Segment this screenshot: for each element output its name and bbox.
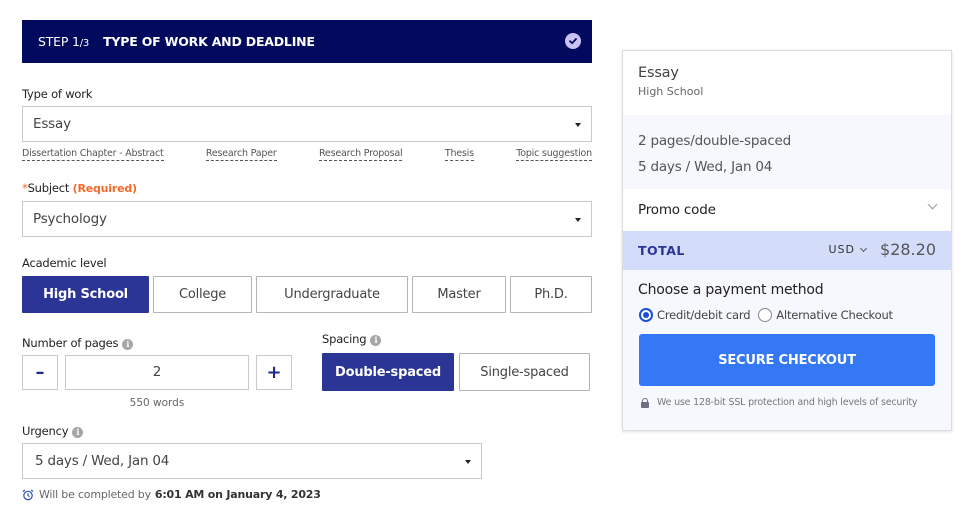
payment-options: Credit/debit card Alternative Checkout bbox=[639, 308, 951, 322]
subject-value: Psychology bbox=[33, 211, 107, 227]
caret-down-icon bbox=[465, 460, 471, 464]
decrease-pages-button[interactable]: – bbox=[22, 355, 58, 390]
radio-unselected[interactable] bbox=[758, 308, 773, 322]
total-price: $28.20 bbox=[880, 240, 936, 259]
info-icon[interactable]: i bbox=[72, 427, 84, 438]
summary-pages: 2 pages/double-spaced bbox=[638, 133, 792, 149]
radio-selected[interactable] bbox=[639, 308, 653, 322]
increase-pages-button[interactable]: + bbox=[256, 355, 292, 390]
step-header: STEP 1/3 TYPE OF WORK AND DEADLINE bbox=[22, 20, 592, 63]
spacing-double[interactable]: Double-spaced bbox=[322, 353, 454, 391]
payment-method-title: Choose a payment method bbox=[638, 282, 824, 298]
required-tag: (Required) bbox=[72, 182, 137, 195]
check-circle-icon bbox=[565, 33, 581, 49]
step-number: STEP 1/3 bbox=[38, 34, 90, 49]
type-of-work-label: Type of work bbox=[22, 87, 93, 101]
spacing-label: Spacing i bbox=[322, 332, 382, 346]
order-summary-card: Essay High School 2 pages/double-spaced … bbox=[622, 50, 952, 431]
promo-code-toggle[interactable]: Promo code bbox=[623, 189, 951, 231]
currency-select[interactable]: USD bbox=[828, 243, 868, 256]
info-icon[interactable]: i bbox=[122, 339, 134, 350]
quick-links: Dissertation Chapter - Abstract Research… bbox=[22, 148, 592, 161]
chevron-down-icon bbox=[859, 244, 868, 252]
quick-link-dissertation-abstract[interactable]: Dissertation Chapter - Abstract bbox=[22, 148, 164, 161]
academic-level-label: Academic level bbox=[22, 256, 107, 270]
level-master[interactable]: Master bbox=[412, 276, 506, 313]
completion-note: Will be completed by 6:01 AM on January 4… bbox=[22, 488, 321, 501]
quick-link-topic-suggestion[interactable]: Topic suggestion bbox=[516, 148, 592, 161]
info-icon[interactable]: i bbox=[370, 335, 382, 346]
quick-link-research-proposal[interactable]: Research Proposal bbox=[318, 148, 403, 161]
summary-work-type: Essay bbox=[638, 65, 679, 81]
pages-label: Number of pages i bbox=[22, 336, 134, 350]
payment-credit-card[interactable]: Credit/debit card bbox=[639, 308, 750, 322]
alarm-clock-icon bbox=[22, 489, 34, 500]
level-college[interactable]: College bbox=[153, 276, 252, 313]
step-title: TYPE OF WORK AND DEADLINE bbox=[103, 34, 315, 49]
secure-checkout-button[interactable]: SECURE CHECKOUT bbox=[639, 334, 935, 386]
level-high-school[interactable]: High School bbox=[22, 276, 149, 313]
urgency-select[interactable]: 5 days / Wed, Jan 04 bbox=[22, 443, 482, 479]
pages-input[interactable]: 2 bbox=[65, 355, 249, 390]
urgency-value: 5 days / Wed, Jan 04 bbox=[35, 453, 170, 469]
lock-icon bbox=[641, 397, 649, 408]
subject-label: *Subject (Required) bbox=[22, 181, 137, 195]
type-of-work-select[interactable]: Essay bbox=[22, 106, 592, 142]
chevron-down-icon bbox=[927, 199, 938, 210]
total-row: TOTAL USD $28.20 bbox=[623, 231, 951, 270]
ssl-note: We use 128-bit SSL protection and high l… bbox=[641, 397, 951, 408]
caret-down-icon bbox=[575, 218, 581, 222]
level-phd[interactable]: Ph.D. bbox=[510, 276, 592, 313]
word-count: 550 words bbox=[129, 397, 185, 409]
payment-alternative[interactable]: Alternative Checkout bbox=[758, 308, 893, 322]
quick-link-research-paper[interactable]: Research Paper bbox=[205, 148, 277, 161]
subject-select[interactable]: Psychology bbox=[22, 201, 592, 237]
spacing-options: Double-spaced Single-spaced bbox=[322, 353, 590, 391]
academic-level-options: High School College Undergraduate Master… bbox=[22, 276, 592, 313]
urgency-label: Urgency i bbox=[22, 424, 84, 438]
summary-level: High School bbox=[638, 85, 704, 98]
spacing-single[interactable]: Single-spaced bbox=[459, 353, 590, 391]
type-of-work-value: Essay bbox=[33, 116, 71, 132]
quick-link-thesis[interactable]: Thesis bbox=[444, 148, 474, 161]
total-label: TOTAL bbox=[638, 243, 685, 258]
level-undergraduate[interactable]: Undergraduate bbox=[256, 276, 408, 313]
caret-down-icon bbox=[575, 123, 581, 127]
summary-deadline: 5 days / Wed, Jan 04 bbox=[638, 159, 773, 175]
